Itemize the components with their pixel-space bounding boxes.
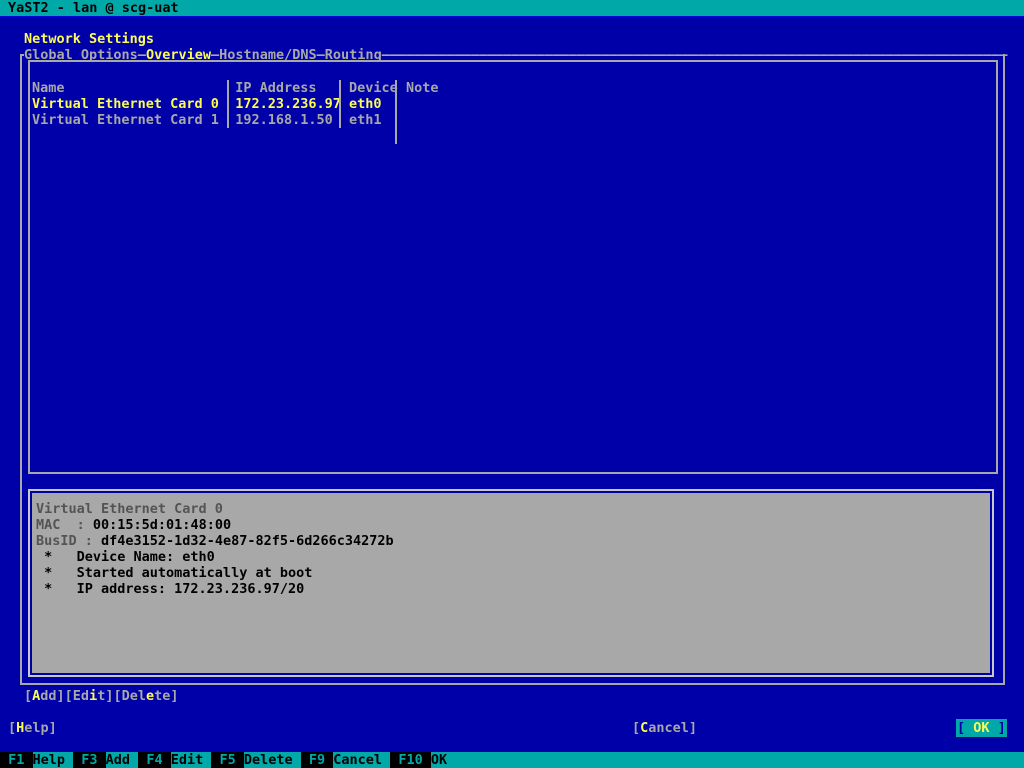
delete-button[interactable]: [Delete] — [113, 688, 178, 704]
detail-field-label: MAC : — [36, 517, 93, 533]
column-separator — [227, 80, 229, 128]
fkey-label-edit[interactable]: Edit — [170, 752, 212, 768]
table-cell: Name — [32, 80, 228, 96]
function-key-bar[interactable]: F1 Help F3 Add F4 Edit F5 Delete F9 Canc… — [0, 752, 1024, 768]
table-row[interactable]: Virtual Ethernet Card 1 192.168.1.50 eth… — [32, 112, 487, 128]
action-button-row[interactable]: [Add][Edit][Delete] — [24, 688, 179, 704]
table-cell: eth1 — [349, 112, 398, 128]
terminal-screen: YaST2 - lan @ scg-uat Network Settings G… — [0, 0, 1024, 768]
table-cell: Device — [349, 80, 398, 96]
table-cell — [406, 96, 487, 112]
table-cell: Virtual Ethernet Card 1 — [32, 112, 228, 128]
ok-button[interactable]: [ OK ] — [956, 719, 1007, 737]
fkey-f1[interactable]: F1 — [0, 752, 33, 768]
title-underline — [0, 16, 1024, 18]
fkey-label-cancel[interactable]: Cancel — [333, 752, 391, 768]
detail-title: Virtual Ethernet Card 0 — [36, 501, 223, 517]
detail-bullet: * IP address: 172.23.236.97/20 — [36, 581, 305, 597]
fkey-label-add[interactable]: Add — [105, 752, 139, 768]
detail-field: BusID : df4e3152-1d32-4e87-82f5-6d266c34… — [36, 533, 394, 549]
detail-field-value: df4e3152-1d32-4e87-82f5-6d266c34272b — [101, 533, 394, 549]
help-button[interactable]: [Help] — [8, 720, 57, 736]
fkey-label-help[interactable]: Help — [32, 752, 74, 768]
detail-bullet: * Started automatically at boot — [36, 565, 313, 581]
fkey-f4[interactable]: F4 — [138, 752, 171, 768]
detail-field: MAC : 00:15:5d:01:48:00 — [36, 517, 231, 533]
table-row[interactable]: Virtual Ethernet Card 0 172.23.236.97 et… — [32, 96, 487, 112]
detail-field-value: 00:15:5d:01:48:00 — [92, 517, 232, 533]
fkey-f10[interactable]: F10 — [390, 752, 431, 768]
dialog-frame-corner — [20, 54, 24, 56]
fkey-label-ok[interactable]: OK — [430, 752, 456, 768]
table-cell — [406, 112, 487, 128]
fkey-f3[interactable]: F3 — [73, 752, 106, 768]
table-cell: eth0 — [349, 96, 398, 112]
table-cell: 192.168.1.50 — [235, 112, 341, 128]
add-button[interactable]: [Add] — [24, 688, 65, 704]
table-cell: Note — [405, 80, 488, 96]
fkey-label-delete[interactable]: Delete — [243, 752, 301, 768]
fkey-f9[interactable]: F9 — [300, 752, 334, 768]
table-cell: Virtual Ethernet Card 0 — [32, 96, 228, 112]
table-cell: 172.23.236.97 — [235, 96, 341, 112]
column-separator — [395, 80, 397, 144]
page-title: Network Settings — [24, 31, 155, 47]
cancel-button[interactable]: [Cancel] — [632, 720, 697, 736]
window-title-text: YaST2 - lan @ scg-uat — [8, 0, 179, 16]
window-title-bar: YaST2 - lan @ scg-uat — [0, 0, 1024, 16]
table-header-row: Name IP Address Device Note — [32, 80, 487, 96]
detail-field-label: BusID : — [36, 533, 102, 549]
detail-panel: Virtual Ethernet Card 0 MAC : 00:15:5d:01… — [32, 493, 990, 673]
table-cell: IP Address — [235, 80, 341, 96]
edit-button[interactable]: [Edit] — [65, 688, 114, 704]
fkey-f5[interactable]: F5 — [211, 752, 244, 768]
detail-bullet: * Device Name: eth0 — [36, 549, 215, 565]
column-separator — [339, 80, 341, 128]
